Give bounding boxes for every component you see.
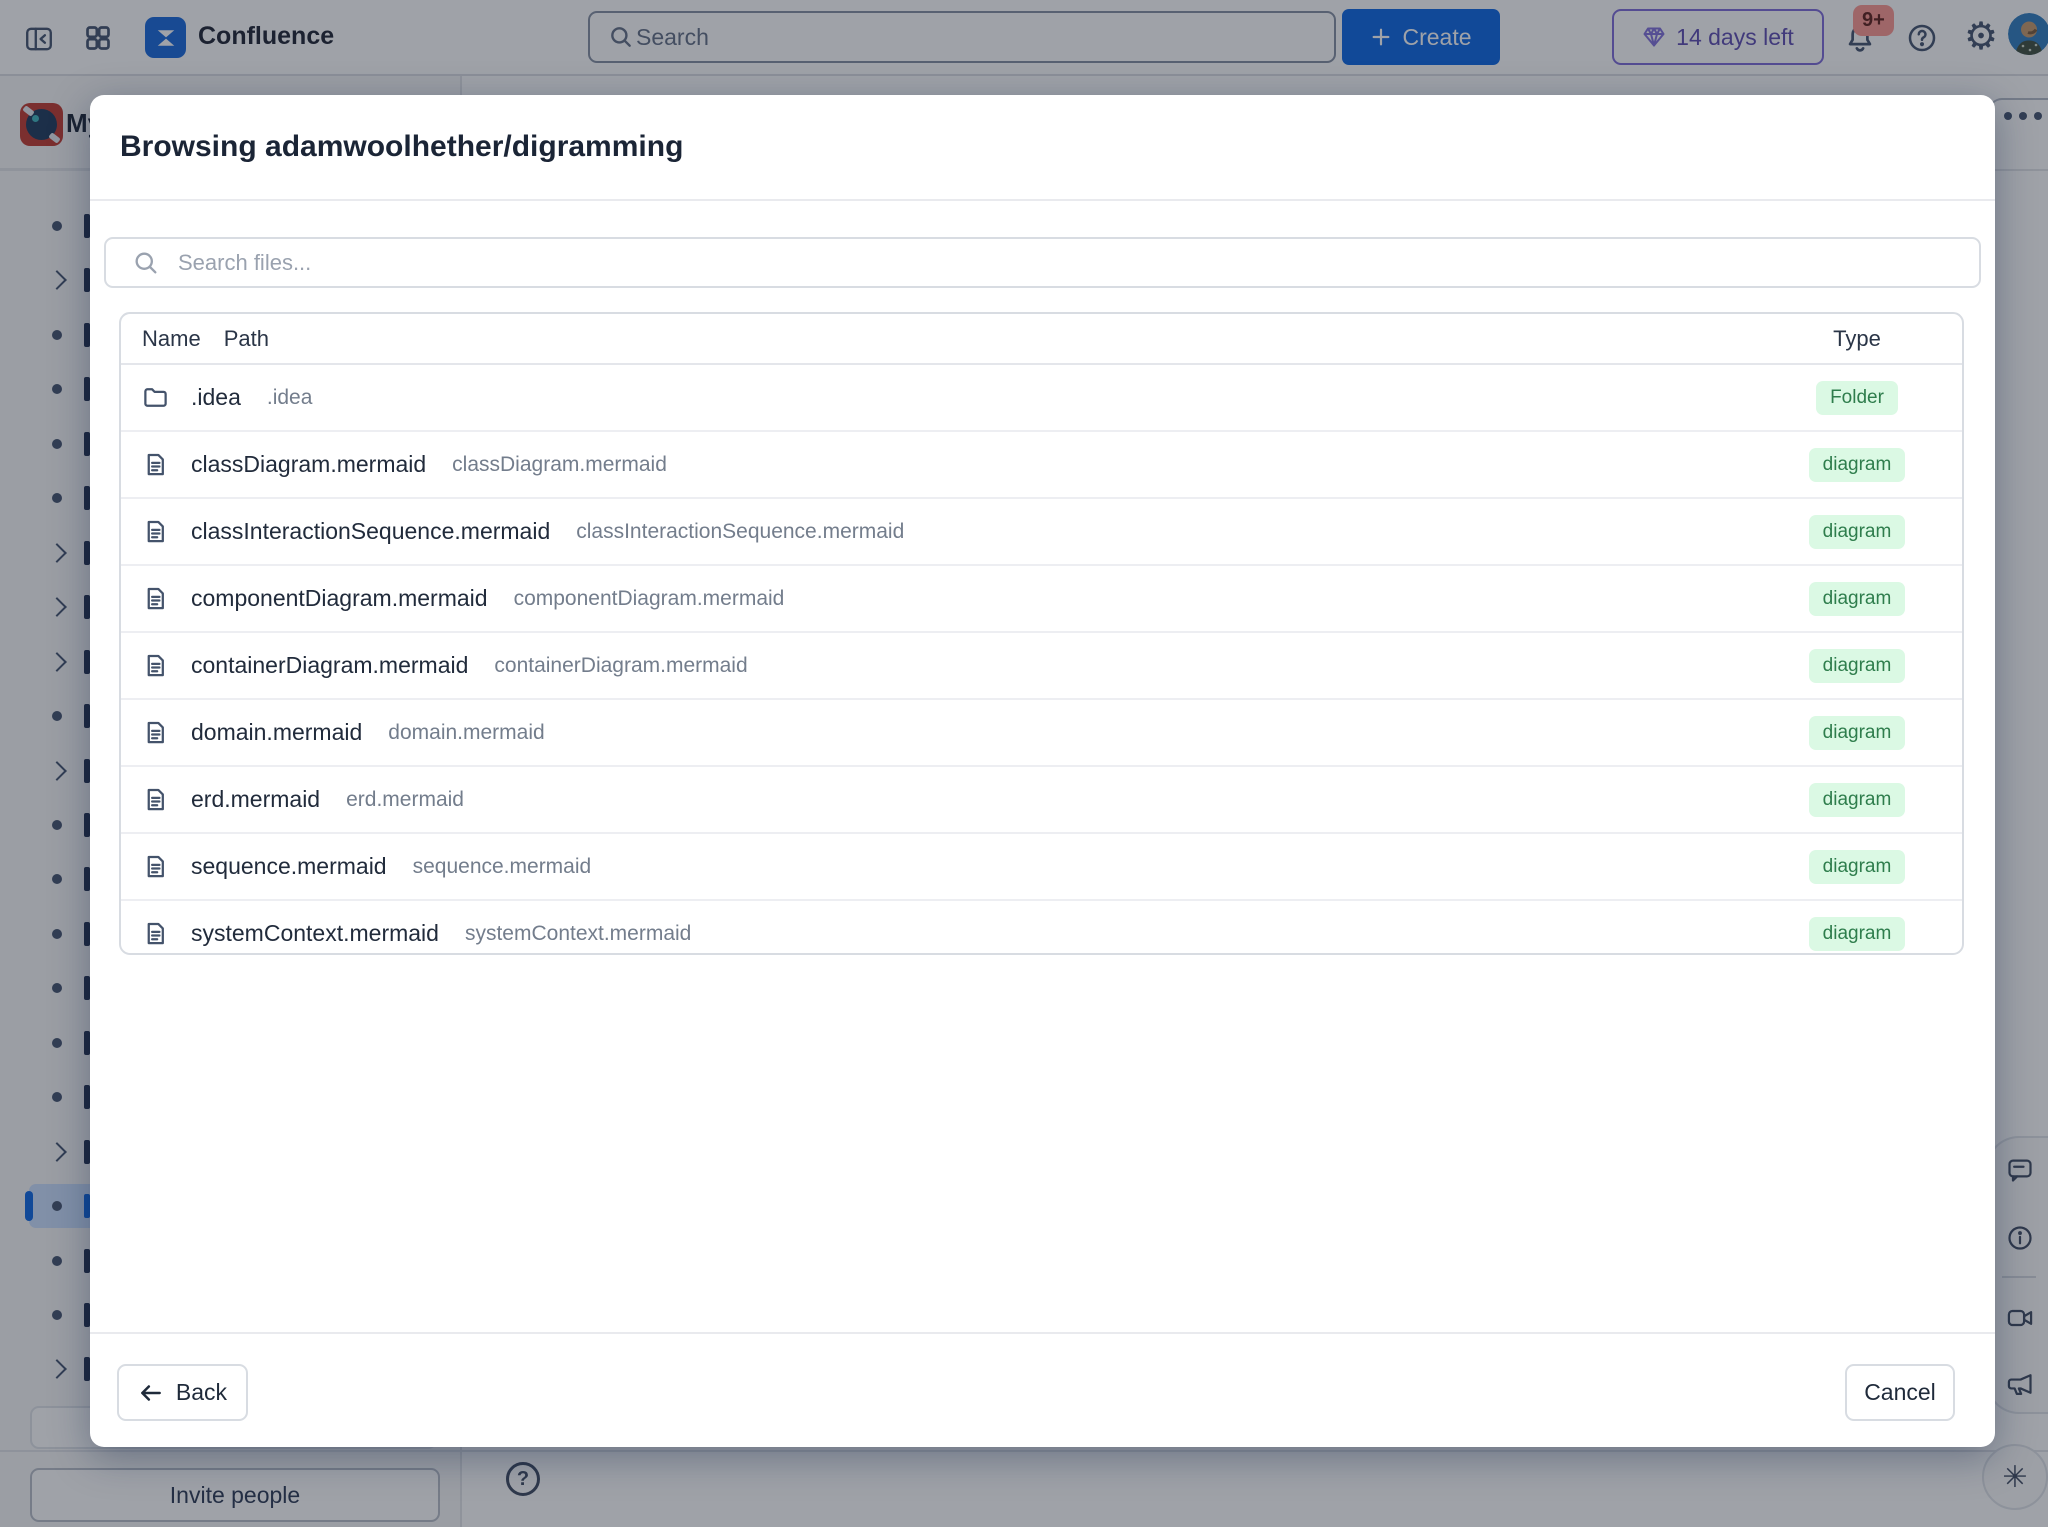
app-window: Confluence Create 14 days left 9+ <box>0 0 2048 1527</box>
type-badge: Folder <box>1816 381 1898 415</box>
file-path: erd.mermaid <box>346 788 464 812</box>
type-badge: diagram <box>1809 649 1906 683</box>
type-badge: diagram <box>1809 917 1906 951</box>
back-button[interactable]: Back <box>117 1364 248 1421</box>
file-search-box[interactable] <box>104 237 1981 288</box>
file-path: componentDiagram.mermaid <box>514 587 785 611</box>
type-badge: diagram <box>1809 448 1906 482</box>
column-header-name: Name <box>142 326 201 352</box>
file-name: .idea <box>191 384 241 411</box>
dialog-title: Browsing adamwoolhether/digramming <box>120 130 683 164</box>
table-row[interactable]: componentDiagram.mermaid componentDiagra… <box>121 564 1962 631</box>
table-row[interactable]: systemContext.mermaid systemContext.merm… <box>121 899 1962 955</box>
file-path: sequence.mermaid <box>413 855 592 879</box>
file-name: classInteractionSequence.mermaid <box>191 518 550 545</box>
file-icon <box>142 853 169 880</box>
type-badge: diagram <box>1809 515 1906 549</box>
file-icon <box>142 786 169 813</box>
table-row[interactable]: domain.mermaid domain.mermaid diagram <box>121 698 1962 765</box>
file-name: classDiagram.mermaid <box>191 451 426 478</box>
column-header-path: Path <box>224 326 269 352</box>
type-badge: diagram <box>1809 582 1906 616</box>
type-badge: diagram <box>1809 783 1906 817</box>
table-row[interactable]: containerDiagram.mermaid containerDiagra… <box>121 631 1962 698</box>
file-name: erd.mermaid <box>191 786 320 813</box>
table-row[interactable]: classInteractionSequence.mermaid classIn… <box>121 497 1962 564</box>
file-path: systemContext.mermaid <box>465 922 691 946</box>
table-row[interactable]: sequence.mermaid sequence.mermaid diagra… <box>121 832 1962 899</box>
file-name: domain.mermaid <box>191 719 362 746</box>
file-search-input[interactable] <box>176 249 1880 277</box>
file-icon <box>142 518 169 545</box>
file-path: classInteractionSequence.mermaid <box>576 520 904 544</box>
table-row[interactable]: .idea .idea Folder <box>121 365 1962 430</box>
type-badge: diagram <box>1809 716 1906 750</box>
file-icon <box>142 585 169 612</box>
file-icon <box>142 719 169 746</box>
back-button-label: Back <box>176 1379 227 1406</box>
file-table: Name Path Type .idea .idea Folder classD… <box>119 312 1964 955</box>
file-name: componentDiagram.mermaid <box>191 585 488 612</box>
type-badge: diagram <box>1809 850 1906 884</box>
file-name: sequence.mermaid <box>191 853 387 880</box>
file-icon <box>142 920 169 947</box>
cancel-button[interactable]: Cancel <box>1845 1364 1955 1421</box>
file-path: .idea <box>267 386 313 410</box>
file-browser-dialog: Browsing adamwoolhether/digramming Name … <box>90 95 1995 1447</box>
table-row[interactable]: erd.mermaid erd.mermaid diagram <box>121 765 1962 832</box>
arrow-left-icon <box>138 1380 164 1406</box>
file-table-header: Name Path Type <box>121 314 1962 365</box>
file-icon <box>142 652 169 679</box>
file-path: containerDiagram.mermaid <box>494 654 747 678</box>
search-icon <box>132 249 160 277</box>
folder-icon <box>142 384 169 411</box>
dialog-footer: Back Cancel <box>90 1332 1995 1447</box>
file-icon <box>142 451 169 478</box>
file-path: classDiagram.mermaid <box>452 453 667 477</box>
column-header-type: Type <box>1782 326 1932 352</box>
table-row[interactable]: classDiagram.mermaid classDiagram.mermai… <box>121 430 1962 497</box>
file-path: domain.mermaid <box>388 721 544 745</box>
file-name: containerDiagram.mermaid <box>191 652 468 679</box>
file-name: systemContext.mermaid <box>191 920 439 947</box>
dialog-header: Browsing adamwoolhether/digramming <box>90 95 1995 201</box>
